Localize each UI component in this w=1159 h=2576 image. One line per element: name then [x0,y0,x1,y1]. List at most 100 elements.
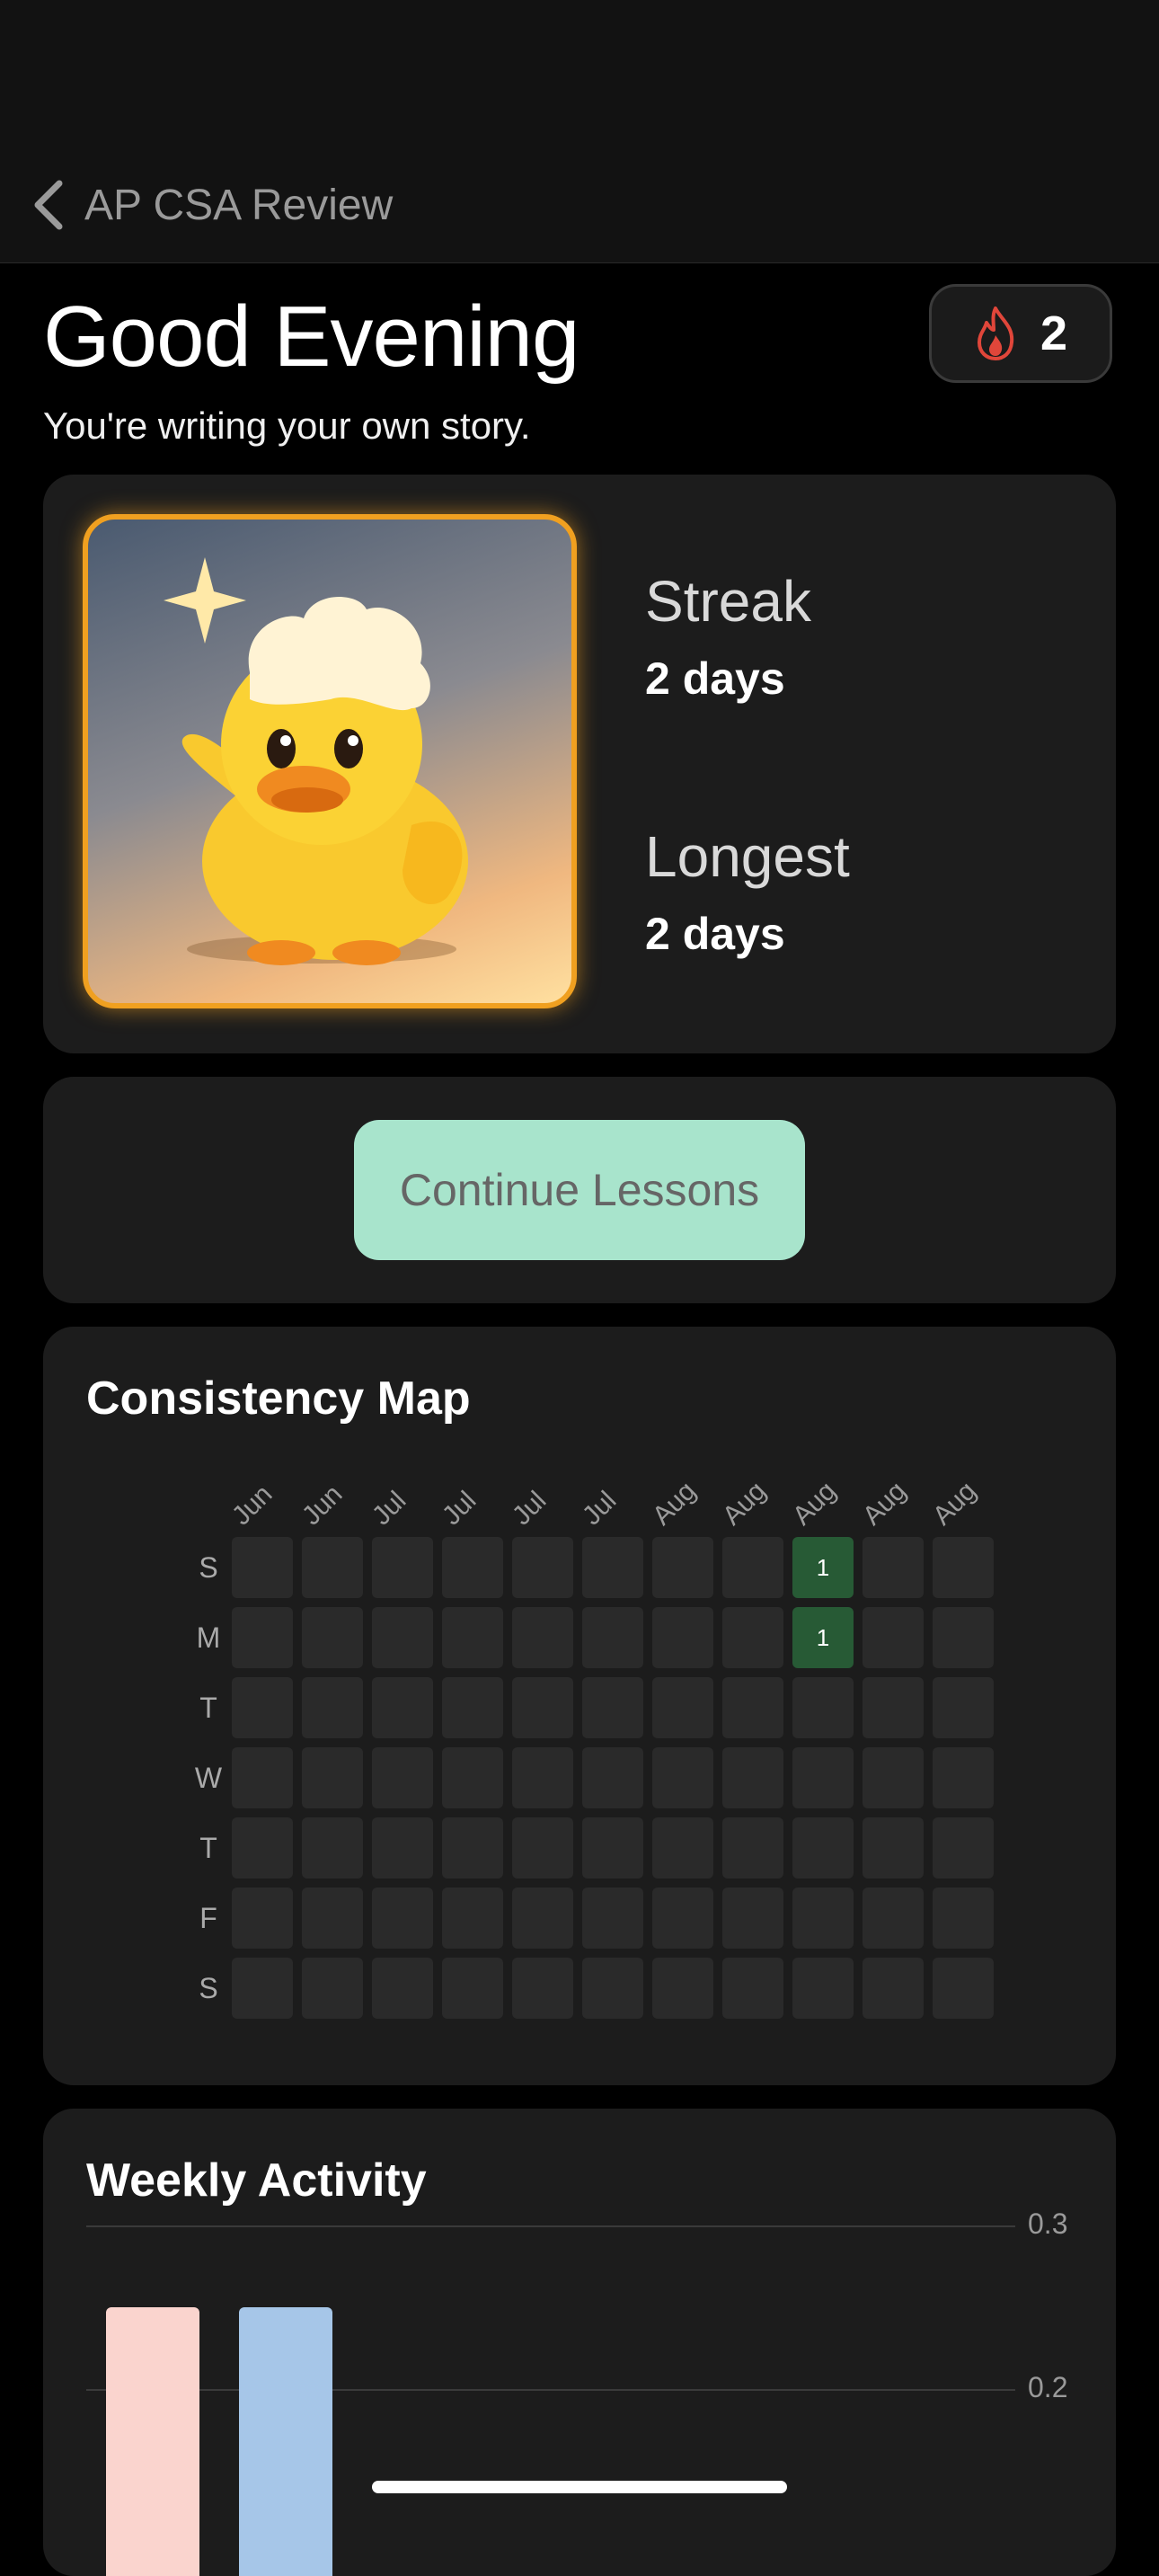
continue-card: Continue Lessons [43,1077,1116,1303]
month-label: Jul [366,1485,412,1532]
home-indicator[interactable] [372,2481,787,2493]
heatmap-cell[interactable] [792,1747,854,1808]
heatmap-cell[interactable] [302,1958,363,2019]
activity-bar[interactable] [106,2307,199,2576]
longest-value: 2 days [645,909,785,959]
heatmap-cell[interactable] [863,1677,924,1738]
heatmap-cell[interactable] [372,1747,433,1808]
longest-label: Longest [645,824,850,889]
heatmap-cell[interactable] [933,1888,994,1949]
heatmap-cell[interactable] [442,1888,503,1949]
heatmap-cell[interactable] [302,1537,363,1598]
heatmap-cell[interactable] [722,1607,783,1668]
heatmap-cell[interactable] [372,1958,433,2019]
heatmap-cell[interactable] [232,1607,293,1668]
heatmap-cell[interactable] [232,1817,293,1879]
heatmap-cell[interactable] [232,1747,293,1808]
heatmap-cell[interactable] [442,1607,503,1668]
heatmap-cell[interactable] [933,1747,994,1808]
heatmap-cell[interactable] [652,1747,713,1808]
weekly-activity-title: Weekly Activity [86,2154,427,2207]
heatmap-cell[interactable] [722,1958,783,2019]
activity-bar[interactable] [239,2307,332,2576]
heatmap-cell[interactable] [652,1817,713,1879]
back-button[interactable]: AP CSA Review [31,176,393,234]
consistency-map-title: Consistency Map [86,1372,471,1425]
heatmap-cell[interactable] [442,1817,503,1879]
heatmap-cell[interactable] [722,1817,783,1879]
heatmap-cell[interactable] [863,1607,924,1668]
heatmap-cell[interactable] [652,1888,713,1949]
top-nav-bar: AP CSA Review [0,0,1159,263]
heatmap-cell[interactable] [652,1607,713,1668]
heatmap-cell[interactable] [582,1958,643,2019]
heatmap-cell[interactable] [582,1537,643,1598]
heatmap-cell[interactable] [442,1747,503,1808]
month-label: Aug [646,1476,703,1532]
weekday-label: T [199,1832,217,1864]
month-label: Jun [226,1479,279,1532]
heatmap-cell[interactable] [863,1888,924,1949]
heatmap-cell[interactable] [512,1677,573,1738]
heatmap-cell[interactable] [652,1958,713,2019]
heatmap-cell[interactable] [302,1607,363,1668]
heatmap-cell[interactable] [582,1817,643,1879]
heatmap-cell[interactable] [372,1607,433,1668]
heatmap-cell[interactable] [933,1537,994,1598]
heatmap-cell[interactable]: 1 [792,1537,854,1598]
heatmap-cell[interactable] [372,1888,433,1949]
month-label: Aug [926,1476,983,1532]
continue-lessons-button[interactable]: Continue Lessons [354,1120,805,1260]
heatmap-cell[interactable] [933,1607,994,1668]
heatmap-cell[interactable] [722,1747,783,1808]
heatmap-cell[interactable] [442,1677,503,1738]
heatmap-cell[interactable] [302,1747,363,1808]
heatmap-cell[interactable] [232,1958,293,2019]
heatmap-cell[interactable] [372,1537,433,1598]
heatmap-cell[interactable] [442,1958,503,2019]
heatmap-cell[interactable] [512,1607,573,1668]
heatmap-cell[interactable] [232,1537,293,1598]
heatmap-cell[interactable] [863,1747,924,1808]
heatmap-cell[interactable] [582,1677,643,1738]
heatmap-cell[interactable] [232,1677,293,1738]
heatmap-cell[interactable] [722,1537,783,1598]
y-tick-label: 0.3 [1028,2207,1068,2240]
heatmap-cell[interactable] [302,1677,363,1738]
heatmap-cell[interactable] [302,1817,363,1879]
heatmap-cell[interactable] [512,1747,573,1808]
streak-badge[interactable]: 2 [929,284,1112,383]
heatmap-cell[interactable] [582,1747,643,1808]
heatmap-cell[interactable] [512,1537,573,1598]
heatmap-cell[interactable] [302,1888,363,1949]
heatmap-cell[interactable] [792,1817,854,1879]
heatmap-cell[interactable]: 1 [792,1607,854,1668]
heatmap-cell[interactable] [933,1677,994,1738]
heatmap-cell[interactable] [863,1817,924,1879]
heatmap-cell[interactable] [863,1958,924,2019]
heatmap-cell[interactable] [512,1888,573,1949]
heatmap-cell[interactable] [442,1537,503,1598]
back-label: AP CSA Review [84,181,394,229]
heatmap-cell[interactable] [652,1677,713,1738]
heatmap-cell[interactable] [652,1537,713,1598]
heatmap-cell[interactable] [933,1958,994,2019]
heatmap-cell[interactable] [933,1817,994,1879]
weekday-label: S [199,1972,218,2004]
heatmap-cell[interactable] [582,1607,643,1668]
streak-card: Streak 2 days Longest 2 days [43,475,1116,1053]
heatmap-cell[interactable] [863,1537,924,1598]
gridline-top [86,2225,1015,2227]
heatmap-cell[interactable] [792,1677,854,1738]
heatmap-cell[interactable] [792,1888,854,1949]
heatmap-cell[interactable] [582,1888,643,1949]
heatmap-cell[interactable] [372,1677,433,1738]
heatmap-cell[interactable] [792,1958,854,2019]
heatmap-cell[interactable] [512,1817,573,1879]
heatmap-cell[interactable] [722,1888,783,1949]
heatmap-cell[interactable] [512,1958,573,2019]
heatmap-cell[interactable] [232,1888,293,1949]
heatmap-cell[interactable] [372,1817,433,1879]
heatmap-cell[interactable] [722,1677,783,1738]
month-label: Jul [436,1485,482,1532]
